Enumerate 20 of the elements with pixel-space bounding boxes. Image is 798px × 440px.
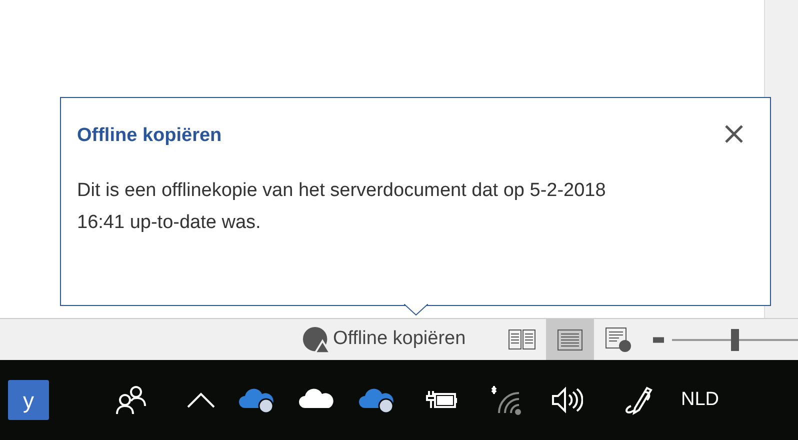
slider-thumb[interactable] xyxy=(731,328,740,350)
pen-icon[interactable] xyxy=(623,384,653,416)
page-icon xyxy=(557,328,584,350)
book-icon xyxy=(508,328,536,350)
cloud-sync-icon[interactable] xyxy=(239,386,275,414)
speaker-icon[interactable] xyxy=(551,386,583,414)
language-indicator[interactable]: NLD xyxy=(681,386,720,414)
view-button[interactable] xyxy=(546,319,594,360)
cloud-sync-icon[interactable] xyxy=(359,386,395,414)
close-icon[interactable] xyxy=(724,124,744,144)
wifi-icon[interactable] xyxy=(489,385,523,415)
chevron-up-icon[interactable] xyxy=(187,392,215,408)
app-tile-icon[interactable]: y xyxy=(8,380,49,420)
people-icon[interactable] xyxy=(115,385,147,415)
status-label: Offline kopiëren xyxy=(332,327,466,352)
web-page-icon xyxy=(604,326,633,352)
zoom-out-icon[interactable] xyxy=(652,336,664,342)
popup-message: Dit is een offlinekopie van het serverdocument dat op 5-2-2018 16:41 up-to-date was. xyxy=(77,178,607,234)
popup-title: Offline kopiëren xyxy=(77,124,222,148)
battery-icon[interactable] xyxy=(425,389,459,411)
